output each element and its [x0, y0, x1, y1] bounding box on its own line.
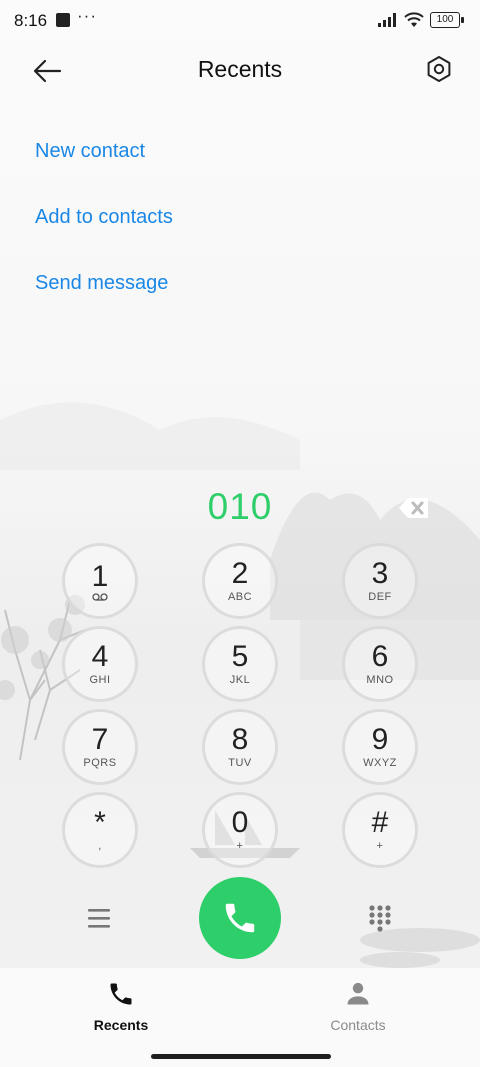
key-5[interactable]: 5 JKL: [202, 626, 278, 702]
key-hash[interactable]: # +: [342, 792, 418, 868]
key-digit: 0: [231, 806, 249, 839]
dialpad-icon[interactable]: [367, 904, 393, 934]
key-letters: PQRS: [83, 757, 117, 769]
menu-icon[interactable]: [86, 906, 112, 930]
backspace-icon[interactable]: [397, 494, 431, 522]
status-icons: 100: [378, 12, 464, 28]
settings-icon[interactable]: [424, 54, 454, 84]
key-star[interactable]: * ,: [62, 792, 138, 868]
bottom-nav: Recents Contacts: [0, 968, 480, 1067]
battery-icon: 100: [430, 12, 464, 28]
add-to-contacts-link[interactable]: Add to contacts: [35, 204, 173, 230]
person-icon: [347, 982, 369, 1005]
key-8[interactable]: 8 TUV: [202, 709, 278, 785]
wifi-icon: [404, 12, 424, 27]
voicemail-icon: [92, 593, 108, 601]
header: Recents: [0, 44, 480, 98]
key-digit: 9: [371, 723, 389, 756]
key-letters: DEF: [368, 591, 392, 603]
key-letters: MNO: [366, 674, 394, 686]
phone-icon: [225, 903, 255, 933]
new-contact-link[interactable]: New contact: [35, 138, 173, 164]
key-digit: 1: [91, 560, 109, 593]
key-1[interactable]: 1: [62, 543, 138, 619]
action-list: New contact Add to contacts Send message: [35, 138, 173, 336]
phone-icon: [110, 983, 132, 1005]
key-letters: ABC: [227, 591, 253, 603]
key-7[interactable]: 7 PQRS: [62, 709, 138, 785]
more-notifications-icon: ···: [77, 6, 97, 25]
key-digit: 8: [231, 723, 249, 756]
key-digit: #: [371, 806, 389, 839]
tab-label: Contacts: [330, 1017, 386, 1033]
key-9[interactable]: 9 WXYZ: [342, 709, 418, 785]
page-title: Recents: [197, 56, 283, 82]
key-letters: WXYZ: [363, 757, 397, 769]
status-bar: 8:16 ··· 100: [0, 0, 480, 42]
tab-label: Recents: [93, 1017, 149, 1033]
key-letters: +: [376, 840, 384, 852]
key-digit: 6: [371, 640, 389, 673]
status-time: 8:16: [14, 11, 48, 30]
home-indicator: [151, 1054, 331, 1059]
key-3[interactable]: 3 DEF: [342, 543, 418, 619]
key-digit: 5: [231, 640, 249, 673]
key-4[interactable]: 4 GHI: [62, 626, 138, 702]
key-letters: ,: [98, 840, 102, 852]
key-0[interactable]: 0 +: [202, 792, 278, 868]
key-letters: JKL: [229, 674, 251, 686]
call-button[interactable]: [199, 877, 281, 959]
key-letters: +: [236, 840, 244, 852]
key-digit: 4: [91, 640, 109, 673]
key-letters: TUV: [228, 757, 252, 769]
key-6[interactable]: 6 MNO: [342, 626, 418, 702]
key-2[interactable]: 2 ABC: [202, 543, 278, 619]
tab-contacts[interactable]: Contacts: [298, 980, 418, 1033]
notification-icon: [56, 13, 70, 27]
key-digit: 2: [231, 557, 249, 590]
signal-icon: [378, 13, 396, 27]
key-digit: *: [94, 806, 106, 839]
key-digit: 7: [91, 723, 109, 756]
key-letters: GHI: [89, 674, 111, 686]
send-message-link[interactable]: Send message: [35, 270, 173, 296]
key-digit: 3: [371, 557, 389, 590]
tab-recents[interactable]: Recents: [61, 980, 181, 1033]
